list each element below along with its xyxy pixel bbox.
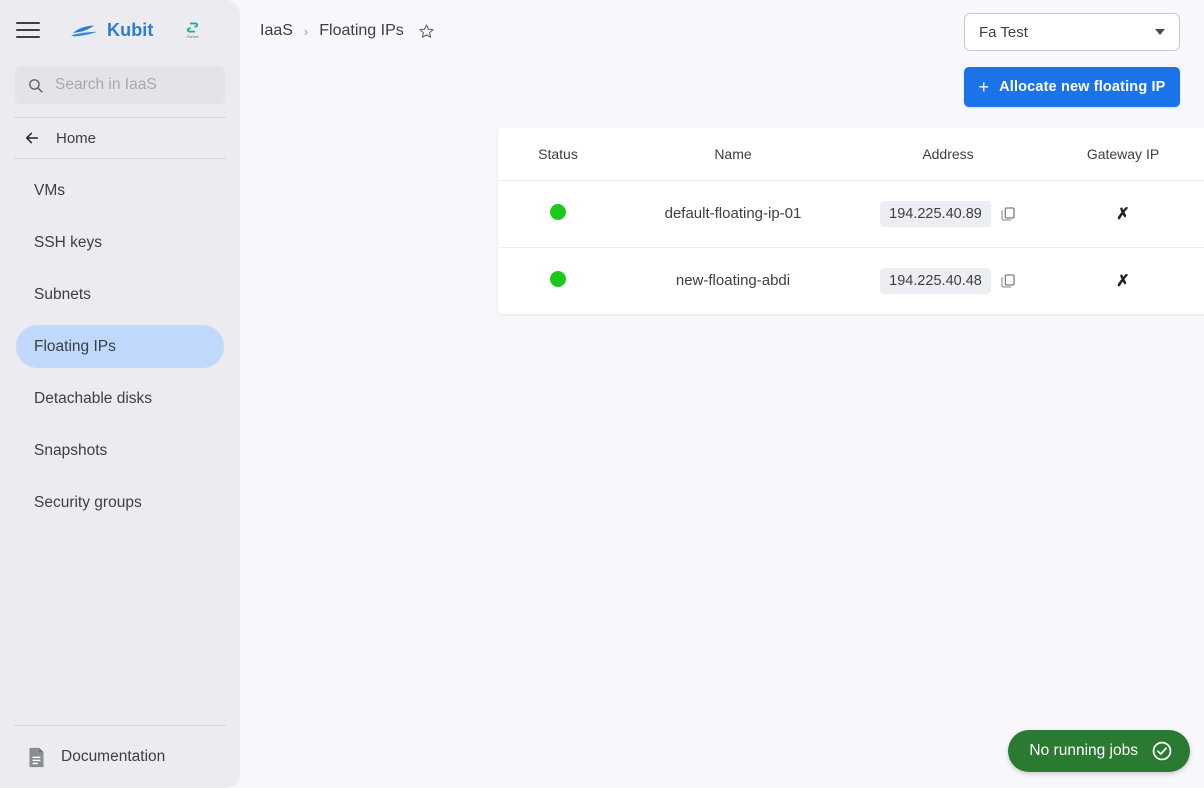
search-placeholder: Search in IaaS	[55, 76, 157, 93]
column-header-connected: Connected	[1198, 128, 1204, 181]
copy-icon[interactable]	[1000, 273, 1016, 289]
partner-mark-icon	[187, 22, 199, 33]
address-value: 194.225.40.48	[880, 267, 991, 294]
chevron-down-icon	[1155, 29, 1165, 35]
sidebar-item-documentation[interactable]: Documentation	[0, 726, 240, 788]
sidebar-nav: VMs SSH keys Subnets Floating IPs Detach…	[0, 159, 240, 524]
sidebar-item-security-groups[interactable]: Security groups	[16, 481, 224, 524]
gateway-ip-value: ✗	[1116, 272, 1130, 290]
running-jobs-label: No running jobs	[1029, 742, 1138, 759]
status-dot-active	[550, 270, 566, 287]
sidebar-item-documentation-label: Documentation	[61, 748, 166, 765]
sidebar-header: Kubit Partner	[0, 0, 240, 60]
sidebar-item-subnets-label: Subnets	[34, 285, 91, 303]
allocate-new-floating-ip-button[interactable]: + Allocate new floating IP	[964, 67, 1180, 107]
hamburger-menu-icon[interactable]	[16, 19, 42, 41]
plus-icon: +	[978, 77, 990, 97]
sidebar-item-security-groups-label: Security groups	[34, 493, 142, 511]
project-select[interactable]: Fa Test	[964, 13, 1180, 51]
column-header-status: Status	[498, 128, 618, 181]
table-row: new-floating-abdi 194.225.40.48 ✗	[498, 247, 1204, 314]
status-dot-active	[550, 203, 566, 220]
gateway-ip-value: ✗	[1116, 205, 1130, 223]
search-container: Search in IaaS	[15, 66, 225, 104]
search-icon	[29, 78, 43, 93]
sidebar-item-ssh-keys[interactable]: SSH keys	[16, 221, 224, 264]
cell-gateway-ip: ✗	[1048, 247, 1198, 314]
top-right-controls: Fa Test + Allocate new floating IP	[964, 13, 1180, 107]
column-header-name: Name	[618, 128, 848, 181]
copy-icon[interactable]	[1000, 206, 1016, 222]
breadcrumb-item-iaas[interactable]: IaaS	[260, 22, 293, 40]
sidebar-item-home[interactable]: Home	[0, 118, 240, 158]
cell-connected	[1198, 247, 1204, 314]
app-root: Kubit Partner Search in IaaS Home VMs SS…	[0, 0, 1204, 788]
cell-name: new-floating-abdi	[675, 272, 791, 290]
sidebar-item-floating-ips[interactable]: Floating IPs	[16, 325, 224, 368]
address-wrapper: 194.225.40.89	[848, 200, 1048, 227]
cell-gateway-ip: ✗	[1048, 180, 1198, 247]
sidebar-item-ssh-keys-label: SSH keys	[34, 233, 103, 251]
partner-logo: Partner	[185, 20, 200, 39]
sidebar: Kubit Partner Search in IaaS Home VMs SS…	[0, 0, 240, 788]
floating-ips-table: Status Name Address Gateway IP Connected…	[498, 128, 1204, 314]
running-jobs-status-badge[interactable]: No running jobs	[1008, 730, 1190, 772]
sidebar-item-subnets[interactable]: Subnets	[16, 273, 224, 316]
arrow-left-icon	[25, 132, 39, 144]
brand-name: Kubit	[107, 19, 154, 40]
sidebar-footer: Documentation	[0, 725, 240, 788]
allocate-button-label: Allocate new floating IP	[999, 79, 1166, 95]
cell-connected: ✓ (Debian-rke)	[1198, 180, 1204, 247]
address-value: 194.225.40.89	[880, 200, 991, 227]
sidebar-item-floating-ips-label: Floating IPs	[34, 337, 116, 355]
sidebar-item-vms[interactable]: VMs	[16, 169, 224, 212]
column-header-gateway-ip: Gateway IP	[1048, 128, 1198, 181]
partner-sub-label: Partner	[187, 35, 199, 40]
breadcrumb: IaaS › Floating IPs	[260, 22, 435, 40]
cell-address: 194.225.40.89	[848, 180, 1048, 247]
breadcrumb-separator-icon: ›	[303, 23, 309, 39]
search-input[interactable]: Search in IaaS	[15, 66, 225, 104]
column-header-address: Address	[848, 128, 1048, 181]
cell-address: 194.225.40.48	[848, 247, 1048, 314]
cell-status	[498, 247, 618, 314]
sidebar-item-detachable-disks[interactable]: Detachable disks	[16, 377, 224, 420]
sidebar-item-vms-label: VMs	[34, 181, 65, 199]
cell-name: default-floating-ip-01	[664, 205, 802, 222]
table-body: default-floating-ip-01 194.225.40.89 ✗ n…	[498, 180, 1204, 314]
sidebar-item-snapshots[interactable]: Snapshots	[16, 429, 224, 472]
floating-ips-table-card: Status Name Address Gateway IP Connected…	[498, 128, 1204, 314]
main-content: IaaS › Floating IPs Fa Test + Allocate n…	[240, 0, 1204, 788]
cell-status	[498, 180, 618, 247]
table-header: Status Name Address Gateway IP Connected…	[498, 128, 1204, 181]
sidebar-item-home-label: Home	[56, 129, 97, 147]
favorite-star-icon[interactable]	[418, 23, 435, 40]
boat-icon	[71, 25, 97, 36]
document-icon	[29, 747, 44, 767]
address-wrapper: 194.225.40.48	[848, 267, 1048, 294]
sidebar-item-snapshots-label: Snapshots	[34, 441, 108, 459]
breadcrumb-item-floating-ips[interactable]: Floating IPs	[319, 22, 403, 40]
table-header-row: Status Name Address Gateway IP Connected…	[498, 128, 1204, 181]
table-row: default-floating-ip-01 194.225.40.89 ✗	[498, 180, 1204, 247]
brand-logo[interactable]: Kubit	[70, 20, 153, 41]
check-circle-icon	[1152, 741, 1172, 761]
project-select-value: Fa Test	[979, 23, 1028, 41]
sidebar-item-detachable-disks-label: Detachable disks	[34, 389, 153, 407]
